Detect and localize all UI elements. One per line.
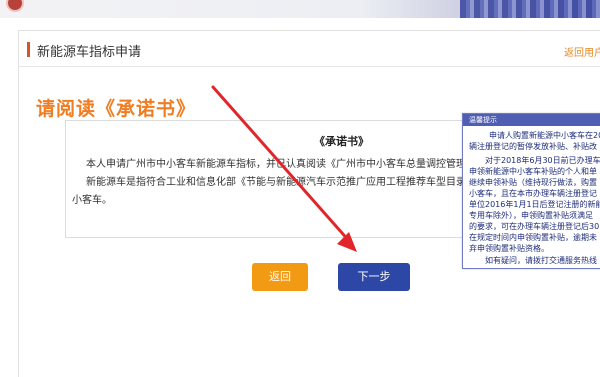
popup-line: 弃申领购置补贴资格。 <box>469 244 549 253</box>
popup-line: 辆注册登记的暂停发放补贴、补贴改 <box>469 142 597 151</box>
popup-line: 对于2018年6月30日前已办理车 <box>485 156 600 165</box>
popup-line: 申领新能源中小客车补贴的个人和单 <box>469 167 597 176</box>
popup-line: 继续申领补贴（维持现行做法，购置 <box>469 178 597 187</box>
popup-header: 温馨提示 <box>463 114 600 126</box>
page-title: 新能源车指标申请 <box>37 45 142 60</box>
popup-line: 申请人购置新能源中小客车在20 <box>489 131 600 140</box>
top-banner <box>0 0 600 18</box>
site-logo <box>6 0 24 12</box>
read-commitment-heading: 请阅读《承诺书》 <box>36 98 197 120</box>
popup-line: 的要求，可在办理车辆注册登记后30 <box>469 222 600 231</box>
banner-skyline-image <box>460 0 600 18</box>
letter-line: 小客车。 <box>72 195 112 206</box>
reminder-popup: 温馨提示 申请人购置新能源中小客车在20 辆注册登记的暂停发放补贴、补贴改 对于… <box>462 113 600 269</box>
page: 新能源车指标申请 返回用户 请阅读《承诺书》 《承诺书》 本人申请广州市中小客车… <box>0 0 600 377</box>
popup-line: 小客车，且在本市办理车辆注册登记 <box>469 189 597 198</box>
popup-line: 在规定时间内申领购置补贴，逾期未 <box>469 233 597 242</box>
back-button[interactable]: 返回 <box>252 263 308 291</box>
letter-line: 本人申请广州市中小客车新能源车指标，并已认真阅读《广州市中小客车总量调控管理办法… <box>86 159 511 170</box>
popup-line: 如有疑问，请拨打交通服务热线 <box>485 256 597 265</box>
popup-title: 温馨提示 <box>469 116 497 124</box>
back-to-user-link[interactable]: 返回用户 <box>564 44 600 59</box>
next-step-button[interactable]: 下一步 <box>338 263 410 291</box>
letter-line: 新能源车是指符合工业和信息化部《节能与新能源汽车示范推广应用工程推荐车型目录》所… <box>86 177 516 188</box>
letter-title: 《承诺书》 <box>314 135 369 148</box>
popup-line: 专用车除外），申领购置补贴须满足 <box>469 211 593 220</box>
title-accent-bar <box>27 42 30 57</box>
popup-line: 单位2016年1月1日后登记注册的新能 <box>469 200 600 209</box>
title-bar: 新能源车指标申请 返回用户 <box>19 31 600 67</box>
